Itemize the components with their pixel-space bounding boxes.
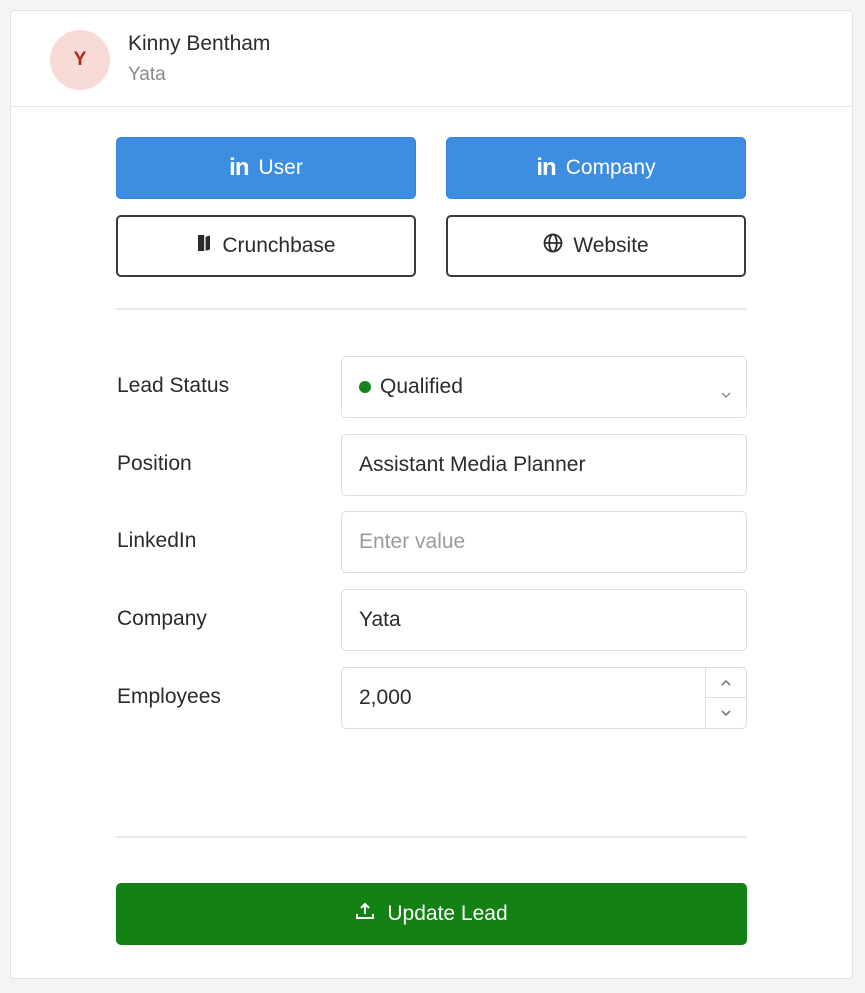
lead-status-label: Lead Status [117,374,230,397]
company-label: Company [117,607,207,630]
linkedin-icon: in [229,154,249,181]
employees-label: Employees [117,685,221,708]
lead-company: Yata [128,64,166,85]
crunchbase-label: Crunchbase [222,234,336,257]
linkedin-company-button[interactable]: in Company [446,137,746,199]
stepper-down-button[interactable] [706,698,746,728]
avatar: Y [50,30,110,90]
lead-card: Y Kinny Bentham Yata in User in Company … [10,10,853,979]
chevron-up-icon [721,679,731,686]
linkedin-user-label: User [258,156,303,179]
linkedin-label: LinkedIn [117,529,197,552]
update-lead-button[interactable]: Update Lead [116,883,747,945]
linkedin-icon: in [536,154,556,181]
crunchbase-button[interactable]: Crunchbase [116,215,416,277]
lead-status-value: Qualified [380,375,463,398]
linkedin-placeholder: Enter value [359,530,466,553]
chevron-down-icon [721,710,731,717]
employees-input[interactable]: 2,000 [341,667,747,729]
chevron-down-icon [720,381,732,405]
lead-header: Y Kinny Bentham Yata [11,11,852,107]
linkedin-user-button[interactable]: in User [116,137,416,199]
company-value: Yata [359,608,401,631]
crunchbase-icon [196,234,212,258]
divider [116,308,747,310]
status-dot [359,381,371,393]
lead-name: Kinny Bentham [128,32,271,55]
position-label: Position [117,452,192,475]
position-value: Assistant Media Planner [359,453,586,476]
company-input[interactable]: Yata [341,589,747,651]
lead-status-select[interactable]: Qualified [341,356,747,418]
linkedin-input[interactable]: Enter value [341,511,747,573]
upload-icon [355,901,375,927]
employees-value: 2,000 [359,686,412,709]
linkedin-company-label: Company [565,156,656,179]
employees-stepper[interactable] [705,668,746,728]
position-input[interactable]: Assistant Media Planner [341,434,747,496]
stepper-up-button[interactable] [706,668,746,698]
update-lead-label: Update Lead [387,902,508,925]
website-button[interactable]: Website [446,215,746,277]
globe-icon [543,233,563,259]
divider [116,836,747,838]
website-label: Website [573,234,649,257]
